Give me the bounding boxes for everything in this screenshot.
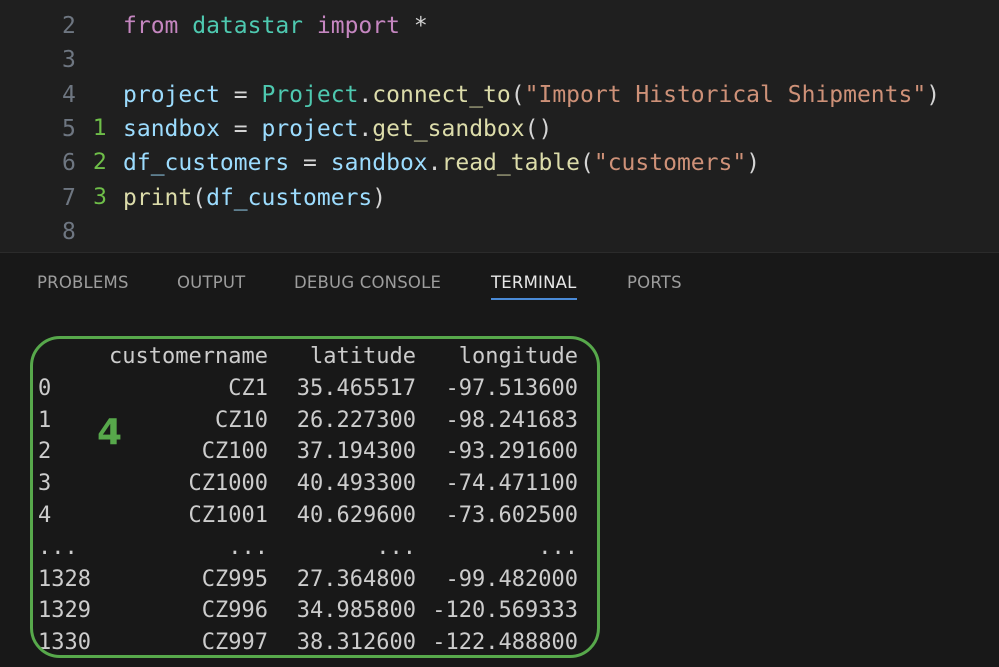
code-line[interactable]: 7 3 print(df_customers) bbox=[0, 181, 999, 215]
code-token: ( bbox=[580, 150, 594, 177]
code-token: project bbox=[261, 115, 359, 142]
code-token: get_sandbox bbox=[372, 115, 525, 142]
code-token: df_customers bbox=[206, 184, 373, 211]
code-token: = bbox=[289, 150, 331, 177]
line-number: 7 bbox=[62, 184, 76, 211]
tab-ports[interactable]: PORTS bbox=[627, 273, 682, 298]
code-token: . bbox=[358, 81, 373, 108]
code-token: sandbox bbox=[330, 150, 428, 177]
code-token: . bbox=[427, 150, 442, 177]
code-token: = bbox=[219, 115, 262, 142]
code-token: print bbox=[123, 184, 193, 211]
code-token: connect_to bbox=[372, 81, 511, 108]
code-token: project bbox=[123, 81, 220, 108]
panel-tab-bar: PROBLEMS OUTPUT DEBUG CONSOLE TERMINAL PORTS bbox=[0, 253, 999, 313]
line-number: 5 bbox=[62, 115, 76, 142]
code-text: project = Project.connect_to("Import His… bbox=[123, 78, 940, 112]
code-line[interactable]: 5 1 sandbox = project.get_sandbox() bbox=[0, 112, 999, 146]
code-line[interactable]: 8 bbox=[0, 215, 999, 249]
code-line[interactable]: 2 from datastar import * bbox=[0, 9, 999, 43]
code-token: ( bbox=[510, 81, 525, 108]
step-4-annotation: 4 bbox=[97, 412, 123, 453]
code-token: Project bbox=[261, 81, 359, 108]
code-token: ) bbox=[746, 150, 761, 177]
line-number: 3 bbox=[62, 47, 76, 74]
step-marker: 3 bbox=[93, 184, 107, 210]
code-token: "customers" bbox=[593, 150, 747, 177]
code-token: ) bbox=[926, 81, 941, 108]
code-token: sandbox bbox=[123, 115, 220, 142]
code-token: * bbox=[399, 13, 428, 39]
line-number: 2 bbox=[62, 13, 76, 39]
dataframe-highlight-box bbox=[30, 336, 600, 658]
code-token: ( bbox=[192, 184, 207, 211]
code-line[interactable]: 4 project = Project.connect_to("Import Hi… bbox=[0, 78, 999, 112]
code-text: sandbox = project.get_sandbox() bbox=[123, 112, 552, 146]
step-marker: 2 bbox=[93, 150, 107, 176]
tab-output[interactable]: OUTPUT bbox=[177, 273, 245, 298]
code-text: df_customers = sandbox.read_table("custo… bbox=[123, 146, 760, 180]
tab-problems[interactable]: PROBLEMS bbox=[37, 273, 129, 298]
code-token: ) bbox=[372, 184, 387, 211]
step-marker: 1 bbox=[93, 115, 107, 141]
code-editor[interactable]: 2 from datastar import * 3 4 project = Proje… bbox=[0, 0, 999, 252]
line-number: 6 bbox=[62, 150, 76, 177]
code-text: print(df_customers) bbox=[123, 181, 386, 215]
code-text: from datastar import * bbox=[123, 9, 428, 43]
code-token: df_customers bbox=[123, 150, 290, 177]
code-token: () bbox=[524, 115, 553, 142]
tab-terminal[interactable]: TERMINAL bbox=[491, 273, 577, 300]
line-number: 8 bbox=[62, 218, 76, 245]
code-token: from bbox=[123, 13, 179, 39]
code-token: read_table bbox=[441, 150, 580, 177]
code-token: . bbox=[358, 115, 373, 142]
code-line[interactable]: 3 bbox=[0, 43, 999, 77]
code-token: datastar bbox=[178, 13, 317, 39]
line-number: 4 bbox=[62, 81, 76, 108]
code-token: import bbox=[316, 13, 400, 39]
code-line[interactable]: 6 2 df_customers = sandbox.read_table("cus… bbox=[0, 146, 999, 180]
code-token: "Import Historical Shipments" bbox=[524, 81, 927, 108]
tab-debug-console[interactable]: DEBUG CONSOLE bbox=[294, 273, 441, 298]
code-token: = bbox=[219, 81, 262, 108]
